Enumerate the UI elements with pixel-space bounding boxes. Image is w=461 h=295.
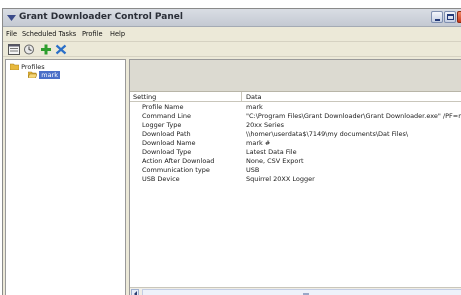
- table-row[interactable]: Profile Name mark: [130, 103, 461, 112]
- tree-root-label: Profiles: [21, 63, 45, 71]
- title-bar[interactable]: Grant Downloader Control Panel: [3, 9, 461, 27]
- panel-header: [130, 60, 461, 92]
- add-icon[interactable]: [40, 44, 52, 55]
- window-title: Grant Downloader Control Panel: [19, 12, 183, 22]
- menu-scheduled-tasks[interactable]: Scheduled Tasks: [22, 30, 76, 38]
- column-header-setting[interactable]: Setting: [133, 93, 156, 101]
- setting-cell: Command Line: [142, 112, 192, 120]
- app-window: Grant Downloader Control Panel File Sche…: [2, 8, 461, 295]
- data-cell: Latest Data File: [246, 148, 297, 156]
- delete-icon[interactable]: [55, 44, 67, 55]
- table-row[interactable]: Communication type USB: [130, 166, 461, 175]
- setting-cell: Action After Download: [142, 157, 215, 165]
- horizontal-scrollbar[interactable]: [130, 287, 461, 295]
- table-row[interactable]: USB Device Squirrel 20XX Logger: [130, 175, 461, 184]
- table-row[interactable]: Action After Download None, CSV Export: [130, 157, 461, 166]
- table-row[interactable]: Command Line "C:\Program Files\Grant Dow…: [130, 112, 461, 121]
- menu-profile[interactable]: Profile: [82, 30, 103, 38]
- close-button[interactable]: [457, 11, 461, 23]
- setting-cell: Communication type: [142, 166, 210, 174]
- data-cell: USB: [246, 166, 260, 174]
- table-row[interactable]: Download Type Latest Data File: [130, 148, 461, 157]
- setting-cell: Profile Name: [142, 103, 184, 111]
- setting-cell: Download Name: [142, 139, 196, 147]
- column-header-data[interactable]: Data: [246, 93, 262, 101]
- data-cell: None, CSV Export: [246, 157, 304, 165]
- tree-item-profiles[interactable]: Profiles: [9, 63, 45, 71]
- tree-child-label: mark: [39, 71, 60, 79]
- setting-cell: Logger Type: [142, 121, 182, 129]
- settings-panel: Setting Data Profile Name mark Command L…: [129, 59, 461, 295]
- schedule-icon[interactable]: [23, 44, 35, 55]
- data-cell: "C:\Program Files\Grant Downloader\Grant…: [246, 112, 461, 120]
- profiles-tree: Profiles mark: [5, 59, 126, 295]
- table-row[interactable]: Logger Type 20xx Series: [130, 121, 461, 130]
- table-row[interactable]: Download Name mark #: [130, 139, 461, 148]
- folder-icon: [9, 63, 20, 71]
- data-cell: mark: [246, 103, 263, 111]
- menu-bar: File Scheduled Tasks Profile Help: [3, 28, 461, 40]
- setting-cell: Download Type: [142, 148, 192, 156]
- data-cell: mark #: [246, 139, 271, 147]
- setting-cell: USB Device: [142, 175, 180, 183]
- minimize-icon: [435, 19, 440, 21]
- tree-item-mark[interactable]: mark: [27, 71, 60, 79]
- toolbar: [3, 41, 461, 57]
- app-icon: [7, 15, 16, 21]
- scroll-thumb[interactable]: [142, 289, 461, 295]
- properties-icon[interactable]: [8, 44, 20, 55]
- scroll-left-button[interactable]: [131, 289, 139, 295]
- arrow-left-icon: [134, 291, 137, 295]
- data-cell: Squirrel 20XX Logger: [246, 175, 315, 183]
- menu-help[interactable]: Help: [110, 30, 125, 38]
- table-row[interactable]: Download Path \\homer\userdata$\7149\my …: [130, 130, 461, 139]
- maximize-button[interactable]: [444, 11, 456, 23]
- open-folder-icon: [27, 71, 38, 79]
- setting-cell: Download Path: [142, 130, 191, 138]
- data-cell: \\homer\userdata$\7149\my documents\Dat …: [246, 130, 409, 138]
- header-divider: [130, 101, 461, 102]
- data-cell: 20xx Series: [246, 121, 285, 129]
- maximize-icon: [447, 14, 454, 20]
- minimize-button[interactable]: [431, 11, 443, 23]
- menu-file[interactable]: File: [6, 30, 17, 38]
